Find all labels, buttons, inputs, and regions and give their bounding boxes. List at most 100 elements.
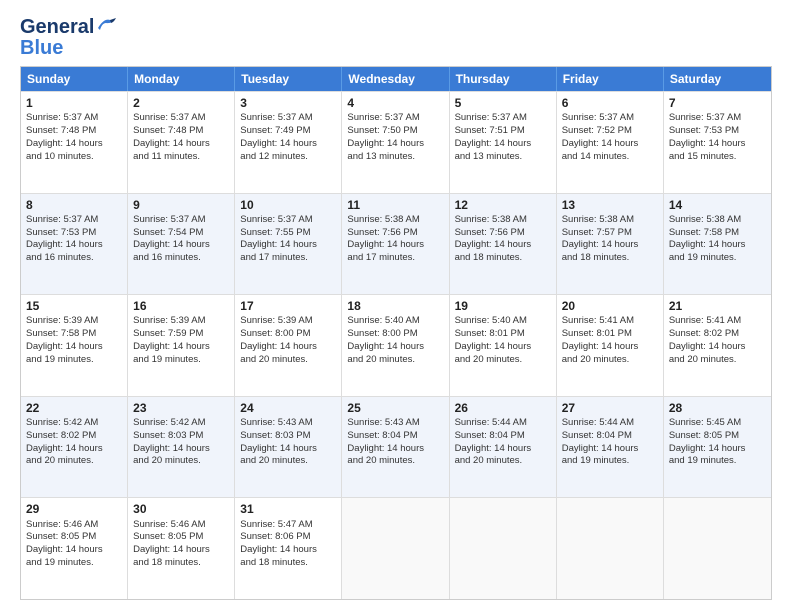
day-info-line: and 18 minutes. [240, 557, 336, 570]
day-info-line: and 20 minutes. [562, 354, 658, 367]
calendar-day-23: 23Sunrise: 5:42 AMSunset: 8:03 PMDayligh… [128, 397, 235, 498]
day-info-line: Daylight: 14 hours [669, 443, 766, 456]
day-info-line: and 18 minutes. [133, 557, 229, 570]
day-info-line: and 19 minutes. [26, 557, 122, 570]
day-info-line: Daylight: 14 hours [26, 443, 122, 456]
day-number: 6 [562, 95, 658, 111]
day-number: 21 [669, 298, 766, 314]
header: General Blue [20, 16, 772, 60]
day-info-line: Daylight: 14 hours [26, 544, 122, 557]
day-info-line: Sunrise: 5:37 AM [26, 112, 122, 125]
weekday-header-tuesday: Tuesday [235, 67, 342, 91]
day-info-line: Sunset: 7:49 PM [240, 125, 336, 138]
day-info-line: Sunrise: 5:40 AM [347, 315, 443, 328]
day-info-line: and 20 minutes. [455, 354, 551, 367]
day-info-line: Sunset: 7:59 PM [133, 328, 229, 341]
weekday-header-friday: Friday [557, 67, 664, 91]
day-info-line: and 18 minutes. [562, 252, 658, 265]
day-number: 29 [26, 501, 122, 517]
logo: General Blue [20, 16, 118, 60]
day-number: 22 [26, 400, 122, 416]
day-info-line: Sunset: 7:57 PM [562, 227, 658, 240]
day-info-line: Sunset: 8:04 PM [347, 430, 443, 443]
day-info-line: Daylight: 14 hours [133, 138, 229, 151]
calendar-day-17: 17Sunrise: 5:39 AMSunset: 8:00 PMDayligh… [235, 295, 342, 396]
day-info-line: Sunset: 7:48 PM [133, 125, 229, 138]
day-info-line: Daylight: 14 hours [133, 443, 229, 456]
day-number: 7 [669, 95, 766, 111]
calendar-day-12: 12Sunrise: 5:38 AMSunset: 7:56 PMDayligh… [450, 194, 557, 295]
day-info-line: and 20 minutes. [347, 455, 443, 468]
day-info-line: and 19 minutes. [669, 252, 766, 265]
day-info-line: and 14 minutes. [562, 151, 658, 164]
day-number: 27 [562, 400, 658, 416]
day-info-line: Daylight: 14 hours [347, 443, 443, 456]
day-info-line: Sunrise: 5:37 AM [347, 112, 443, 125]
day-info-line: Sunrise: 5:38 AM [669, 214, 766, 227]
day-info-line: Daylight: 14 hours [669, 138, 766, 151]
calendar: SundayMondayTuesdayWednesdayThursdayFrid… [20, 66, 772, 600]
day-info-line: Sunrise: 5:43 AM [347, 417, 443, 430]
weekday-header-monday: Monday [128, 67, 235, 91]
day-info-line: Sunset: 7:58 PM [26, 328, 122, 341]
day-info-line: and 17 minutes. [347, 252, 443, 265]
day-info-line: Daylight: 14 hours [133, 544, 229, 557]
day-info-line: Daylight: 14 hours [562, 443, 658, 456]
calendar-row: 1Sunrise: 5:37 AMSunset: 7:48 PMDaylight… [21, 91, 771, 193]
calendar-row: 15Sunrise: 5:39 AMSunset: 7:58 PMDayligh… [21, 294, 771, 396]
calendar-day-20: 20Sunrise: 5:41 AMSunset: 8:01 PMDayligh… [557, 295, 664, 396]
day-info-line: Daylight: 14 hours [455, 138, 551, 151]
day-number: 12 [455, 197, 551, 213]
day-info-line: Sunrise: 5:37 AM [455, 112, 551, 125]
day-info-line: Sunrise: 5:46 AM [26, 519, 122, 532]
empty-cell [450, 498, 557, 599]
day-info-line: Sunset: 7:53 PM [669, 125, 766, 138]
calendar-day-9: 9Sunrise: 5:37 AMSunset: 7:54 PMDaylight… [128, 194, 235, 295]
calendar-day-15: 15Sunrise: 5:39 AMSunset: 7:58 PMDayligh… [21, 295, 128, 396]
day-info-line: and 11 minutes. [133, 151, 229, 164]
day-number: 11 [347, 197, 443, 213]
calendar-day-8: 8Sunrise: 5:37 AMSunset: 7:53 PMDaylight… [21, 194, 128, 295]
calendar-day-5: 5Sunrise: 5:37 AMSunset: 7:51 PMDaylight… [450, 92, 557, 193]
day-info-line: Daylight: 14 hours [240, 341, 336, 354]
calendar-day-2: 2Sunrise: 5:37 AMSunset: 7:48 PMDaylight… [128, 92, 235, 193]
day-info-line: Daylight: 14 hours [26, 138, 122, 151]
day-info-line: Sunset: 8:04 PM [562, 430, 658, 443]
day-info-line: Daylight: 14 hours [240, 239, 336, 252]
day-info-line: Daylight: 14 hours [562, 341, 658, 354]
day-info-line: Sunset: 7:50 PM [347, 125, 443, 138]
day-info-line: Sunrise: 5:42 AM [26, 417, 122, 430]
day-info-line: Daylight: 14 hours [455, 443, 551, 456]
day-number: 5 [455, 95, 551, 111]
day-info-line: Sunrise: 5:37 AM [240, 214, 336, 227]
day-info-line: Sunset: 7:51 PM [455, 125, 551, 138]
day-info-line: Sunset: 8:02 PM [669, 328, 766, 341]
day-number: 16 [133, 298, 229, 314]
day-info-line: Sunset: 8:02 PM [26, 430, 122, 443]
day-info-line: Sunset: 7:48 PM [26, 125, 122, 138]
day-info-line: Daylight: 14 hours [347, 138, 443, 151]
day-number: 20 [562, 298, 658, 314]
day-info-line: Sunrise: 5:37 AM [240, 112, 336, 125]
day-number: 14 [669, 197, 766, 213]
day-info-line: Sunset: 7:58 PM [669, 227, 766, 240]
day-info-line: Sunrise: 5:37 AM [669, 112, 766, 125]
calendar-day-19: 19Sunrise: 5:40 AMSunset: 8:01 PMDayligh… [450, 295, 557, 396]
day-info-line: Daylight: 14 hours [133, 239, 229, 252]
calendar-row: 22Sunrise: 5:42 AMSunset: 8:02 PMDayligh… [21, 396, 771, 498]
calendar-day-21: 21Sunrise: 5:41 AMSunset: 8:02 PMDayligh… [664, 295, 771, 396]
calendar-day-29: 29Sunrise: 5:46 AMSunset: 8:05 PMDayligh… [21, 498, 128, 599]
calendar-day-22: 22Sunrise: 5:42 AMSunset: 8:02 PMDayligh… [21, 397, 128, 498]
day-info-line: and 17 minutes. [240, 252, 336, 265]
day-number: 1 [26, 95, 122, 111]
calendar-day-11: 11Sunrise: 5:38 AMSunset: 7:56 PMDayligh… [342, 194, 449, 295]
weekday-header-saturday: Saturday [664, 67, 771, 91]
day-number: 9 [133, 197, 229, 213]
day-info-line: and 10 minutes. [26, 151, 122, 164]
day-number: 4 [347, 95, 443, 111]
logo-blue-text: Blue [20, 37, 63, 60]
day-info-line: Sunset: 8:01 PM [455, 328, 551, 341]
day-number: 24 [240, 400, 336, 416]
day-info-line: and 12 minutes. [240, 151, 336, 164]
calendar-day-6: 6Sunrise: 5:37 AMSunset: 7:52 PMDaylight… [557, 92, 664, 193]
